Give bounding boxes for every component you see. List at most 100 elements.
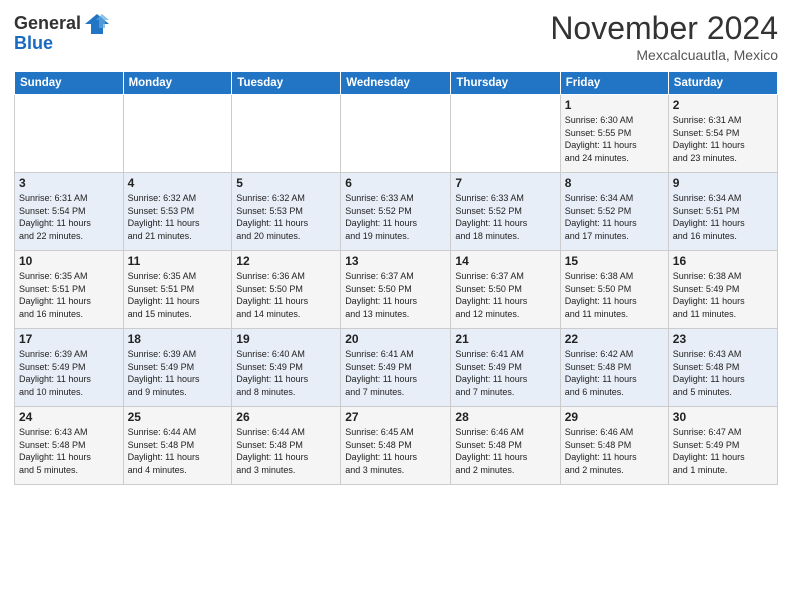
weekday-header-sunday: Sunday — [15, 72, 124, 95]
day-cell: 5 Sunrise: 6:32 AMSunset: 5:53 PMDaylight… — [232, 173, 341, 251]
day-number: 28 — [455, 410, 555, 424]
week-row-2: 3 Sunrise: 6:31 AMSunset: 5:54 PMDaylight… — [15, 173, 778, 251]
day-number: 24 — [19, 410, 119, 424]
week-row-1: 1 Sunrise: 6:30 AMSunset: 5:55 PMDaylight… — [15, 95, 778, 173]
day-info: Sunrise: 6:40 AMSunset: 5:49 PMDaylight:… — [236, 348, 336, 398]
day-cell: 14 Sunrise: 6:37 AMSunset: 5:50 PMDayligh… — [451, 251, 560, 329]
day-cell: 23Sunrise: 6:43 AMSunset: 5:48 PMDayligh… — [668, 329, 777, 407]
day-cell: 13 Sunrise: 6:37 AMSunset: 5:50 PMDayligh… — [341, 251, 451, 329]
day-info: Sunrise: 6:41 AMSunset: 5:49 PMDaylight:… — [455, 348, 555, 398]
day-number: 15 — [565, 254, 664, 268]
day-info: Sunrise: 6:38 AMSunset: 5:49 PMDaylight:… — [673, 270, 773, 320]
day-cell: 16 Sunrise: 6:38 AMSunset: 5:49 PMDayligh… — [668, 251, 777, 329]
day-number: 17 — [19, 332, 119, 346]
day-info: Sunrise: 6:44 AMSunset: 5:48 PMDaylight:… — [236, 426, 336, 476]
day-info: Sunrise: 6:33 AMSunset: 5:52 PMDaylight:… — [455, 192, 555, 242]
header: General Blue November 2024 Mexcalcuautla… — [14, 10, 778, 63]
day-info: Sunrise: 6:32 AMSunset: 5:53 PMDaylight:… — [236, 192, 336, 242]
day-cell — [123, 95, 232, 173]
title-block: November 2024 Mexcalcuautla, Mexico — [550, 10, 778, 63]
day-cell — [15, 95, 124, 173]
day-info: Sunrise: 6:43 AMSunset: 5:48 PMDaylight:… — [673, 348, 773, 398]
day-cell: 1 Sunrise: 6:30 AMSunset: 5:55 PMDaylight… — [560, 95, 668, 173]
week-row-4: 17 Sunrise: 6:39 AMSunset: 5:49 PMDayligh… — [15, 329, 778, 407]
weekday-header-saturday: Saturday — [668, 72, 777, 95]
day-number: 9 — [673, 176, 773, 190]
day-info: Sunrise: 6:42 AMSunset: 5:48 PMDaylight:… — [565, 348, 664, 398]
day-cell: 28 Sunrise: 6:46 AMSunset: 5:48 PMDayligh… — [451, 407, 560, 485]
day-cell: 18 Sunrise: 6:39 AMSunset: 5:49 PMDayligh… — [123, 329, 232, 407]
day-info: Sunrise: 6:35 AMSunset: 5:51 PMDaylight:… — [19, 270, 119, 320]
calendar: SundayMondayTuesdayWednesdayThursdayFrid… — [14, 71, 778, 485]
day-info: Sunrise: 6:46 AMSunset: 5:48 PMDaylight:… — [565, 426, 664, 476]
day-number: 2 — [673, 98, 773, 112]
day-number: 10 — [19, 254, 119, 268]
day-number: 19 — [236, 332, 336, 346]
month-title: November 2024 — [550, 10, 778, 47]
day-info: Sunrise: 6:35 AMSunset: 5:51 PMDaylight:… — [128, 270, 228, 320]
day-number: 8 — [565, 176, 664, 190]
day-cell: 4 Sunrise: 6:32 AMSunset: 5:53 PMDaylight… — [123, 173, 232, 251]
weekday-header-row: SundayMondayTuesdayWednesdayThursdayFrid… — [15, 72, 778, 95]
day-info: Sunrise: 6:41 AMSunset: 5:49 PMDaylight:… — [345, 348, 446, 398]
day-number: 29 — [565, 410, 664, 424]
week-row-3: 10 Sunrise: 6:35 AMSunset: 5:51 PMDayligh… — [15, 251, 778, 329]
day-cell: 24 Sunrise: 6:43 AMSunset: 5:48 PMDayligh… — [15, 407, 124, 485]
day-number: 6 — [345, 176, 446, 190]
day-cell — [341, 95, 451, 173]
day-cell: 29 Sunrise: 6:46 AMSunset: 5:48 PMDayligh… — [560, 407, 668, 485]
day-info: Sunrise: 6:32 AMSunset: 5:53 PMDaylight:… — [128, 192, 228, 242]
day-number: 11 — [128, 254, 228, 268]
day-number: 26 — [236, 410, 336, 424]
day-info: Sunrise: 6:45 AMSunset: 5:48 PMDaylight:… — [345, 426, 446, 476]
day-number: 22 — [565, 332, 664, 346]
day-cell: 11 Sunrise: 6:35 AMSunset: 5:51 PMDayligh… — [123, 251, 232, 329]
day-info: Sunrise: 6:31 AMSunset: 5:54 PMDaylight:… — [673, 114, 773, 164]
day-info: Sunrise: 6:37 AMSunset: 5:50 PMDaylight:… — [455, 270, 555, 320]
week-row-5: 24 Sunrise: 6:43 AMSunset: 5:48 PMDayligh… — [15, 407, 778, 485]
weekday-header-friday: Friday — [560, 72, 668, 95]
day-info: Sunrise: 6:37 AMSunset: 5:50 PMDaylight:… — [345, 270, 446, 320]
day-cell: 22 Sunrise: 6:42 AMSunset: 5:48 PMDayligh… — [560, 329, 668, 407]
day-number: 1 — [565, 98, 664, 112]
logo-icon — [83, 10, 111, 38]
day-number: 20 — [345, 332, 446, 346]
day-cell: 3 Sunrise: 6:31 AMSunset: 5:54 PMDaylight… — [15, 173, 124, 251]
day-info: Sunrise: 6:43 AMSunset: 5:48 PMDaylight:… — [19, 426, 119, 476]
day-number: 3 — [19, 176, 119, 190]
day-number: 18 — [128, 332, 228, 346]
day-cell: 20 Sunrise: 6:41 AMSunset: 5:49 PMDayligh… — [341, 329, 451, 407]
logo: General Blue — [14, 10, 111, 54]
day-cell: 10 Sunrise: 6:35 AMSunset: 5:51 PMDayligh… — [15, 251, 124, 329]
day-number: 14 — [455, 254, 555, 268]
day-cell: 27Sunrise: 6:45 AMSunset: 5:48 PMDayligh… — [341, 407, 451, 485]
day-info: Sunrise: 6:39 AMSunset: 5:49 PMDaylight:… — [128, 348, 228, 398]
day-cell: 17Sunrise: 6:39 AMSunset: 5:49 PMDayligh… — [15, 329, 124, 407]
day-info: Sunrise: 6:34 AMSunset: 5:51 PMDaylight:… — [673, 192, 773, 242]
weekday-header-thursday: Thursday — [451, 72, 560, 95]
day-number: 4 — [128, 176, 228, 190]
day-info: Sunrise: 6:46 AMSunset: 5:48 PMDaylight:… — [455, 426, 555, 476]
day-number: 16 — [673, 254, 773, 268]
day-cell: 6Sunrise: 6:33 AMSunset: 5:52 PMDaylight… — [341, 173, 451, 251]
day-number: 25 — [128, 410, 228, 424]
day-info: Sunrise: 6:31 AMSunset: 5:54 PMDaylight:… — [19, 192, 119, 242]
weekday-header-monday: Monday — [123, 72, 232, 95]
day-number: 21 — [455, 332, 555, 346]
day-info: Sunrise: 6:38 AMSunset: 5:50 PMDaylight:… — [565, 270, 664, 320]
day-cell: 9 Sunrise: 6:34 AMSunset: 5:51 PMDaylight… — [668, 173, 777, 251]
weekday-header-wednesday: Wednesday — [341, 72, 451, 95]
day-number: 7 — [455, 176, 555, 190]
day-info: Sunrise: 6:47 AMSunset: 5:49 PMDaylight:… — [673, 426, 773, 476]
day-cell: 21 Sunrise: 6:41 AMSunset: 5:49 PMDayligh… — [451, 329, 560, 407]
day-cell — [451, 95, 560, 173]
day-cell: 7 Sunrise: 6:33 AMSunset: 5:52 PMDaylight… — [451, 173, 560, 251]
logo-general: General — [14, 14, 81, 34]
day-number: 13 — [345, 254, 446, 268]
day-info: Sunrise: 6:30 AMSunset: 5:55 PMDaylight:… — [565, 114, 664, 164]
day-cell: 12Sunrise: 6:36 AMSunset: 5:50 PMDayligh… — [232, 251, 341, 329]
day-info: Sunrise: 6:34 AMSunset: 5:52 PMDaylight:… — [565, 192, 664, 242]
day-cell: 19 Sunrise: 6:40 AMSunset: 5:49 PMDayligh… — [232, 329, 341, 407]
page: General Blue November 2024 Mexcalcuautla… — [0, 0, 792, 491]
day-number: 5 — [236, 176, 336, 190]
